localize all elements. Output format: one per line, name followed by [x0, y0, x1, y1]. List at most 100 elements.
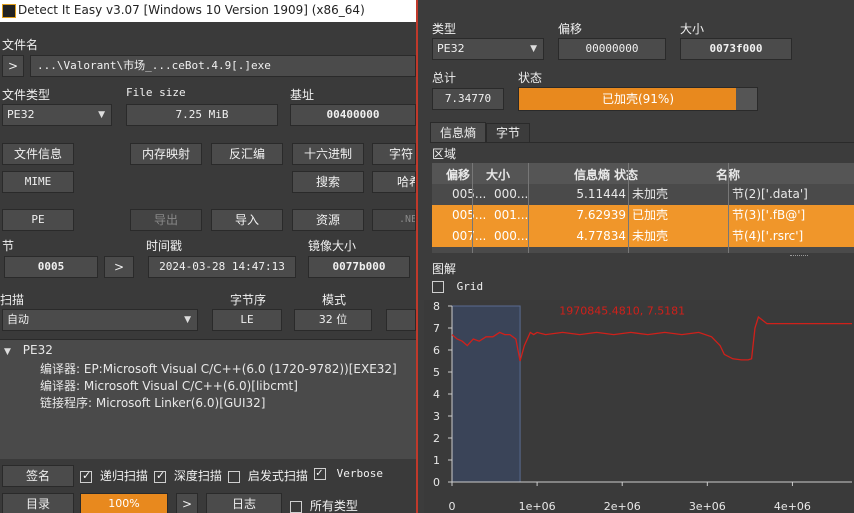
cell-status: 未加壳: [632, 187, 669, 201]
deep-scan-checkbox[interactable]: 深度扫描: [154, 467, 222, 484]
scan-next-button[interactable]: >: [176, 493, 198, 513]
checkbox-icon: [432, 281, 444, 293]
scan-label: 扫描: [0, 293, 25, 307]
tree-item[interactable]: 编译器: Microsoft Visual C/C++(6.0)[libcmt]: [40, 377, 298, 394]
tab-bytes[interactable]: 字节: [486, 123, 530, 142]
image-size-label: 镜像大小: [308, 239, 357, 253]
cell-entropy: 4.77834: [576, 229, 626, 243]
grid-label: Grid: [456, 280, 484, 293]
x-tick-label: 2e+06: [604, 500, 641, 513]
col-status[interactable]: 状态: [614, 166, 638, 183]
file-type-combo[interactable]: PE32 ▼: [2, 104, 112, 126]
table-row[interactable]: 005... 000... 5.11444 未加壳 节(2)['.data']: [432, 184, 854, 205]
size-field: 0073f000: [680, 38, 792, 60]
resource-button[interactable]: 资源: [292, 209, 364, 231]
signature-button[interactable]: 签名: [2, 465, 74, 487]
section-label: 节: [2, 239, 15, 253]
tree-item[interactable]: 链接程序: Microsoft Linker(6.0)[GUI32]: [40, 394, 265, 411]
main-window: Detect It Easy v3.07 [Windows 10 Version…: [0, 0, 416, 513]
tree-root[interactable]: ▼ PE32: [4, 343, 53, 357]
table-row[interactable]: 007... 000... 4.77834 未加壳 节(4)['.rsrc']: [432, 226, 854, 247]
all-types-checkbox[interactable]: 所有类型: [290, 497, 358, 513]
cell-offset: 005...: [452, 208, 487, 222]
column-divider: [628, 163, 629, 253]
import-button[interactable]: 导入: [211, 209, 283, 231]
file-info-button[interactable]: 文件信息: [2, 143, 74, 165]
deep-scan-label: 深度扫描: [173, 469, 222, 483]
checkbox-icon: [314, 466, 326, 480]
hash-button[interactable]: 哈希: [372, 171, 416, 193]
chevron-down-icon: ▼: [530, 44, 537, 54]
recursive-scan-checkbox[interactable]: 递归扫描: [80, 467, 148, 484]
tree-item[interactable]: 编译器: EP:Microsoft Visual C/C++(6.0 (1720…: [40, 360, 397, 377]
x-tick-label: 1e+06: [519, 500, 556, 513]
export-button[interactable]: 导出: [130, 209, 202, 231]
search-button[interactable]: 搜索: [292, 171, 364, 193]
tab-entropy[interactable]: 信息熵: [430, 122, 486, 142]
cell-status: 已加壳: [632, 208, 669, 222]
checkbox-icon: [290, 500, 302, 513]
type-combo[interactable]: PE32 ▼: [432, 38, 544, 60]
y-tick-label: 3: [433, 410, 440, 423]
offset-label: 偏移: [558, 22, 583, 36]
type-value: PE32: [437, 42, 465, 55]
disasm-button[interactable]: 反汇编: [211, 143, 283, 165]
status-label: 状态: [518, 71, 543, 85]
splitter-handle[interactable]: [790, 255, 808, 258]
checkbox-icon: [154, 469, 166, 483]
cell-size: 000...: [494, 229, 529, 243]
file-size-field: 7.25 MiB: [126, 104, 278, 126]
base-address-label: 基址: [290, 88, 315, 102]
scan-progress-bar: 100%: [80, 493, 168, 513]
column-divider: [728, 163, 729, 253]
checkbox-icon: [228, 470, 240, 483]
directory-button[interactable]: 目录: [2, 493, 74, 513]
x-tick-label: 4e+06: [774, 500, 811, 513]
results-tree[interactable]: ▼ PE32 编译器: EP:Microsoft Visual C/C++(6.…: [0, 339, 416, 459]
y-tick-label: 1: [433, 454, 440, 467]
net-button[interactable]: .NET: [372, 209, 416, 231]
scan-progress-text: 100%: [108, 497, 140, 510]
cell-size: 001...: [494, 208, 529, 222]
file-name-label: 文件名: [2, 38, 39, 52]
heuristic-scan-label: 启发式扫描: [247, 469, 308, 483]
memory-map-button[interactable]: 内存映射: [130, 143, 202, 165]
cell-name: 节(2)['.data']: [732, 187, 808, 201]
x-tick-label: 0: [449, 500, 456, 513]
chevron-down-icon: ▼: [98, 110, 105, 120]
y-tick-label: 7: [433, 322, 440, 335]
browse-button[interactable]: >: [2, 55, 24, 77]
y-tick-label: 4: [433, 388, 440, 401]
selection-region: [451, 305, 521, 483]
mime-button[interactable]: MIME: [2, 171, 74, 193]
section-next-button[interactable]: >: [104, 256, 134, 278]
file-path-field[interactable]: ...\Valorant\市场_...ceBot.4.9[.]exe: [30, 55, 416, 77]
hex-button[interactable]: 十六进制: [292, 143, 364, 165]
col-size[interactable]: 大小: [486, 166, 510, 183]
file-type-label: 文件类型: [2, 88, 51, 102]
chart-label: 图解: [432, 262, 457, 276]
cell-entropy: 7.62939: [576, 208, 626, 222]
entropy-chart[interactable]: 0 1 2 3 4 5 6 7 8 0 1e+06 2e+06 3e+06 4e+06 1970845.48…: [424, 300, 854, 513]
log-button[interactable]: 日志: [206, 493, 282, 513]
col-offset[interactable]: 偏移: [446, 166, 470, 183]
pe-button[interactable]: PE: [2, 209, 74, 231]
grid-checkbox[interactable]: Grid: [432, 280, 483, 293]
mode-extra-field: [386, 309, 416, 331]
y-tick-label: 2: [433, 432, 440, 445]
status-text: 已加壳(91%): [601, 92, 675, 106]
scan-combo[interactable]: 自动 ▼: [2, 309, 198, 331]
y-tick-label: 0: [433, 476, 440, 489]
file-path-text: ...\Valorant\市场_...ceBot.4.9[.]exe: [37, 59, 271, 72]
type-label: 类型: [432, 22, 457, 36]
region-label: 区域: [432, 147, 457, 161]
strings-button[interactable]: 字符: [372, 143, 416, 165]
cell-name: 节(4)['.rsrc']: [732, 229, 804, 243]
table-row[interactable]: 005... 001... 7.62939 已加壳 节(3)['.fB@']: [432, 205, 854, 226]
verbose-checkbox[interactable]: Verbose: [314, 466, 383, 480]
heuristic-scan-checkbox[interactable]: 启发式扫描: [228, 467, 308, 484]
col-entropy[interactable]: 信息熵: [574, 166, 610, 183]
entropy-window: 类型 PE32 ▼ 偏移 00000000 大小 0073f000 总计 7.3…: [416, 0, 854, 513]
tree-root-label: PE32: [22, 343, 53, 357]
column-divider: [528, 163, 529, 253]
